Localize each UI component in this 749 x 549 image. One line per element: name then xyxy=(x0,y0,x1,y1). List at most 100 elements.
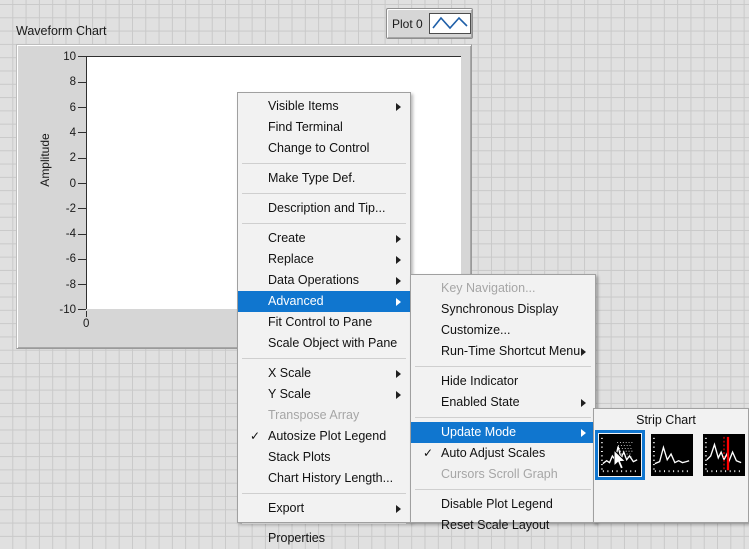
menu-item-properties[interactable]: Properties xyxy=(238,528,410,549)
y-axis-tick-label: -6 xyxy=(26,254,86,265)
submenu-arrow-icon xyxy=(581,428,586,437)
menu-item-make-type-def[interactable]: Make Type Def. xyxy=(238,168,410,189)
menu-item-label: Y Scale xyxy=(268,387,311,401)
check-icon: ✓ xyxy=(250,429,261,443)
y-axis-tick-mark xyxy=(78,284,86,286)
context-menu-advanced[interactable]: Key Navigation... Synchronous Display Cust… xyxy=(410,274,596,532)
submenu-arrow-icon xyxy=(581,347,586,356)
menu-item-label: Advanced xyxy=(268,294,324,308)
menu-item-label: Update Mode xyxy=(441,425,517,439)
plot-legend[interactable]: Plot 0 xyxy=(386,8,473,39)
menu-item-label: Change to Control xyxy=(268,141,370,155)
menu-item-label: Data Operations xyxy=(268,273,360,287)
context-menu-main[interactable]: Visible Items Find Terminal Change to Cont… xyxy=(237,92,411,545)
menu-item-replace[interactable]: Replace xyxy=(238,249,410,270)
menu-item-export[interactable]: Export xyxy=(238,498,410,519)
menu-item-label: Transpose Array xyxy=(268,408,360,422)
menu-item-label: Fit Control to Pane xyxy=(268,315,373,329)
chart-label: Waveform Chart xyxy=(16,24,107,38)
submenu-arrow-icon xyxy=(396,255,401,264)
waveform-line-icon[interactable] xyxy=(428,13,471,34)
menu-item-advanced[interactable]: Advanced xyxy=(238,291,410,312)
update-mode-options[interactable] xyxy=(595,430,745,480)
y-axis-tick-mark xyxy=(78,208,86,210)
y-axis-tick-label: 6 xyxy=(26,102,86,113)
y-axis-tick-label: 2 xyxy=(26,152,86,164)
menu-item-stack-plots[interactable]: Stack Plots xyxy=(238,447,410,468)
y-axis-tick-mark xyxy=(78,157,86,159)
advanced-item-hide-indicator[interactable]: Hide Indicator xyxy=(411,371,595,392)
advanced-item-update-mode[interactable]: Update Mode xyxy=(411,422,595,443)
menu-item-label: Replace xyxy=(268,252,314,266)
menu-item-chart-history-length[interactable]: Chart History Length... xyxy=(238,468,410,489)
y-axis-tick-mark xyxy=(78,258,86,260)
menu-item-label: Make Type Def. xyxy=(268,171,356,185)
menu-item-description-and-tip[interactable]: Description and Tip... xyxy=(238,198,410,219)
scope-chart-icon[interactable] xyxy=(651,434,693,476)
menu-item-x-scale[interactable]: X Scale xyxy=(238,363,410,384)
update-mode-title: Strip Chart xyxy=(636,413,696,427)
advanced-item-enabled-state[interactable]: Enabled State xyxy=(411,392,595,413)
menu-item-create[interactable]: Create xyxy=(238,228,410,249)
menu-item-label: Hide Indicator xyxy=(441,374,519,388)
menu-item-label: Chart History Length... xyxy=(268,471,394,485)
submenu-arrow-icon xyxy=(396,369,401,378)
advanced-item-run-time-shortcut-menu[interactable]: Run-Time Shortcut Menu xyxy=(411,341,595,362)
x-axis-tick-label: 0 xyxy=(83,311,89,330)
menu-separator xyxy=(242,163,406,164)
menu-item-visible-items[interactable]: Visible Items xyxy=(238,96,410,117)
menu-separator xyxy=(242,223,406,224)
menu-item-label: Create xyxy=(268,231,306,245)
y-axis-tick-label: -8 xyxy=(26,279,86,290)
menu-item-label: Customize... xyxy=(441,323,511,337)
menu-item-label: Run-Time Shortcut Menu xyxy=(441,344,581,358)
advanced-item-cursors-scroll-graph: Cursors Scroll Graph xyxy=(411,464,595,485)
menu-item-label: Key Navigation... xyxy=(441,281,536,295)
menu-item-data-operations[interactable]: Data Operations xyxy=(238,270,410,291)
menu-separator xyxy=(242,493,406,494)
sweep-chart-icon[interactable] xyxy=(703,434,745,476)
plot-legend-label: Plot 0 xyxy=(392,16,423,31)
menu-item-scale-object-with-pane[interactable]: Scale Object with Pane xyxy=(238,333,410,354)
y-axis-tick-label: 8 xyxy=(26,77,86,88)
advanced-item-auto-adjust-scales[interactable]: ✓ Auto Adjust Scales xyxy=(411,443,595,464)
menu-item-label: Export xyxy=(268,501,305,515)
y-axis-tick-label: -2 xyxy=(26,203,86,215)
menu-item-label: Enabled State xyxy=(441,395,520,409)
menu-item-fit-control-to-pane[interactable]: Fit Control to Pane xyxy=(238,312,410,333)
menu-item-label: Scale Object with Pane xyxy=(268,336,398,350)
y-axis-tick-label: 10 xyxy=(26,51,86,63)
menu-item-label: Reset Scale Layout xyxy=(441,518,550,532)
submenu-arrow-icon xyxy=(396,276,401,285)
y-axis-ticks[interactable]: 10 8 6 4 2 0 -2 -4 -6 -8 -10 xyxy=(17,45,86,316)
update-mode-popup[interactable]: Strip Chart xyxy=(593,408,749,523)
y-axis-tick-label: 4 xyxy=(26,127,86,139)
menu-item-change-to-control[interactable]: Change to Control xyxy=(238,138,410,159)
advanced-item-synchronous-display[interactable]: Synchronous Display xyxy=(411,299,595,320)
menu-item-label: X Scale xyxy=(268,366,312,380)
menu-item-label: Synchronous Display xyxy=(441,302,559,316)
y-axis-tick-mark xyxy=(78,233,86,235)
submenu-arrow-icon xyxy=(396,102,401,111)
submenu-arrow-icon xyxy=(396,390,401,399)
menu-item-label: Autosize Plot Legend xyxy=(268,429,387,443)
y-axis-tick-mark xyxy=(78,56,86,58)
submenu-arrow-icon xyxy=(396,234,401,243)
menu-item-label: Properties xyxy=(268,531,325,545)
menu-item-label: Visible Items xyxy=(268,99,339,113)
menu-separator xyxy=(415,489,591,490)
menu-item-label: Stack Plots xyxy=(268,450,331,464)
advanced-item-customize[interactable]: Customize... xyxy=(411,320,595,341)
menu-separator xyxy=(415,366,591,367)
menu-separator xyxy=(242,523,406,524)
strip-chart-icon[interactable] xyxy=(595,430,645,480)
menu-item-label: Find Terminal xyxy=(268,120,343,134)
menu-item-y-scale[interactable]: Y Scale xyxy=(238,384,410,405)
menu-item-autosize-plot-legend[interactable]: ✓ Autosize Plot Legend xyxy=(238,426,410,447)
menu-item-label: Description and Tip... xyxy=(268,201,386,215)
advanced-item-disable-plot-legend[interactable]: Disable Plot Legend xyxy=(411,494,595,515)
menu-item-find-terminal[interactable]: Find Terminal xyxy=(238,117,410,138)
y-axis-tick-mark xyxy=(78,182,86,184)
advanced-item-reset-scale-layout[interactable]: Reset Scale Layout xyxy=(411,515,595,536)
menu-separator xyxy=(415,417,591,418)
